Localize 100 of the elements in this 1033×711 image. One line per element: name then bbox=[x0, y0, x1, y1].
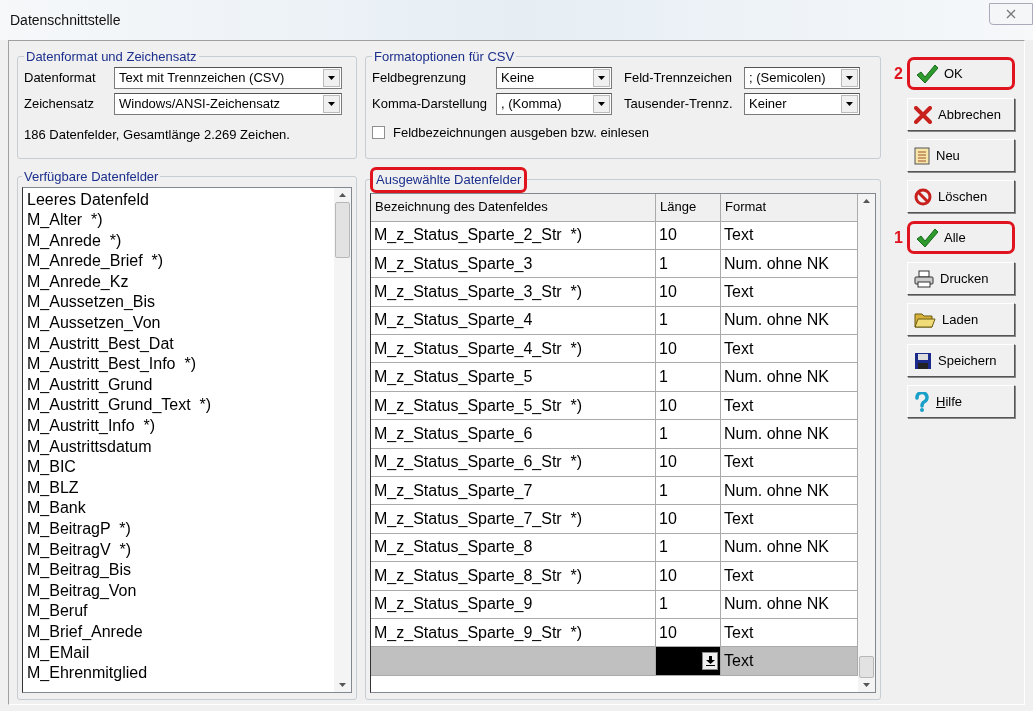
list-item[interactable]: M_Ehrenmitglied bbox=[27, 663, 334, 684]
dropdown-arrow-icon bbox=[328, 75, 335, 80]
dialog-button[interactable]: Neu bbox=[907, 139, 1015, 172]
field-label: Komma-Darstellung bbox=[372, 94, 488, 113]
list-item[interactable]: Leeres Datenfeld bbox=[27, 189, 334, 211]
dropdown-field[interactable]: Keine bbox=[496, 66, 612, 89]
checkbox[interactable] bbox=[372, 125, 385, 139]
dialog-button[interactable]: Hilfe bbox=[907, 385, 1015, 418]
list-item[interactable]: M_Aussetzen_Bis bbox=[27, 292, 334, 314]
dropdown-field[interactable]: Text mit Trennzeichen (CSV) bbox=[114, 66, 342, 89]
table-cell: 10 bbox=[656, 391, 721, 420]
list-item[interactable]: M_BeitragV *) bbox=[27, 539, 334, 561]
table-cell: M_z_Status_Sparte_7 bbox=[371, 477, 656, 505]
list-item[interactable]: M_BeitragP *) bbox=[27, 519, 334, 540]
list-item[interactable]: M_BLZ bbox=[27, 477, 334, 499]
table-row[interactable]: M_z_Status_Sparte_7 1 Num. ohne NK bbox=[371, 477, 858, 506]
table-row[interactable]: M_z_Status_Sparte_3 1 Num. ohne NK bbox=[371, 249, 858, 279]
dropdown-button[interactable] bbox=[702, 652, 718, 671]
table-row[interactable]: M_z_Status_Sparte_3_Str *) 10 Text bbox=[371, 278, 858, 307]
dialog-button[interactable]: Alle bbox=[907, 221, 1015, 254]
table-row[interactable]: M_z_Status_Sparte_4 1 Num. ohne NK bbox=[371, 306, 858, 336]
table-cell: 10 bbox=[656, 278, 721, 306]
list-item[interactable]: M_Austritt_Grund_Text *) bbox=[27, 395, 334, 417]
table-row[interactable]: M_z_Status_Sparte_6 1 Num. ohne NK bbox=[371, 420, 858, 449]
dialog-button[interactable]: Speichern bbox=[907, 344, 1015, 377]
folder-icon bbox=[914, 310, 936, 329]
table-row[interactable]: M_z_Status_Sparte_4_Str *) 10 Text bbox=[371, 335, 858, 364]
cross-icon bbox=[914, 105, 932, 124]
table-row[interactable]: M_z_Status_Sparte_8_Str *) 10 Text bbox=[371, 562, 858, 591]
list-item[interactable]: M_Brief_Anrede bbox=[27, 621, 334, 643]
table-row[interactable]: M_z_Status_Sparte_5_Str *) 10 Text bbox=[371, 391, 858, 421]
table-cell: M_z_Status_Sparte_4 bbox=[371, 306, 656, 335]
group-title: Verfügbare Datenfelder bbox=[23, 168, 160, 186]
list-item[interactable]: M_Austritt_Info *) bbox=[27, 416, 334, 437]
list-item[interactable]: M_Beruf bbox=[27, 601, 334, 622]
table-row[interactable]: Text bbox=[371, 647, 858, 676]
table-cell: M_z_Status_Sparte_2_Str *) bbox=[371, 221, 656, 249]
table-row[interactable]: M_z_Status_Sparte_8 1 Num. ohne NK bbox=[371, 533, 858, 563]
table-cell: 10 bbox=[656, 448, 721, 476]
dropdown-arrow-icon bbox=[846, 101, 853, 106]
fields-table[interactable] bbox=[370, 192, 876, 693]
dialog-button[interactable]: Abbrechen bbox=[907, 98, 1015, 131]
callout-number: 1 bbox=[894, 227, 903, 248]
scrollbar[interactable] bbox=[858, 193, 875, 692]
list-item[interactable]: M_Austritt_Best_Dat bbox=[27, 333, 334, 355]
dropdown-field[interactable]: ; (Semicolen) bbox=[744, 66, 860, 89]
table-row[interactable]: M_z_Status_Sparte_6_Str *) 10 Text bbox=[371, 448, 858, 477]
table-cell: 1 bbox=[656, 533, 721, 562]
list-item[interactable]: M_Aussetzen_Von bbox=[27, 313, 334, 334]
table-cell: 10 bbox=[656, 505, 721, 533]
close-icon bbox=[1006, 9, 1016, 19]
list-item[interactable]: M_Beitrag_Bis bbox=[27, 560, 334, 581]
table-cell: M_z_Status_Sparte_4_Str *) bbox=[371, 335, 656, 363]
column-header[interactable]: Bezeichnung des Datenfeldes bbox=[371, 193, 656, 221]
table-row[interactable]: M_z_Status_Sparte_7_Str *) 10 Text bbox=[371, 505, 858, 534]
table-cell: 1 bbox=[656, 420, 721, 448]
close-button[interactable] bbox=[989, 3, 1033, 25]
scrollbar-thumb[interactable] bbox=[859, 656, 874, 678]
list-item[interactable]: M_Anrede_Brief *) bbox=[27, 251, 334, 272]
list-item[interactable]: M_Anrede *) bbox=[27, 230, 334, 252]
window-title: Datenschnittstelle bbox=[10, 10, 121, 30]
table-cell: M_z_Status_Sparte_3 bbox=[371, 249, 656, 278]
dropdown-field[interactable]: Windows/ANSI-Zeichensatz bbox=[114, 92, 342, 115]
table-cell: 10 bbox=[656, 562, 721, 590]
table-cell: M_z_Status_Sparte_3_Str *) bbox=[371, 278, 656, 306]
table-row[interactable]: M_z_Status_Sparte_9 1 Num. ohne NK bbox=[371, 590, 858, 619]
table-row[interactable]: M_z_Status_Sparte_9_Str *) 10 Text bbox=[371, 618, 858, 648]
table-cell: M_z_Status_Sparte_9_Str *) bbox=[371, 618, 656, 647]
list-item[interactable]: M_Beitrag_Von bbox=[27, 580, 334, 602]
table-row[interactable]: M_z_Status_Sparte_5 1 Num. ohne NK bbox=[371, 363, 858, 392]
list-item[interactable]: M_Austrittsdatum bbox=[27, 436, 334, 458]
column-header[interactable]: Länge bbox=[656, 193, 721, 221]
list-item[interactable]: M_BIC bbox=[27, 457, 334, 478]
list-item[interactable]: M_Austritt_Grund bbox=[27, 374, 334, 396]
dropdown-field[interactable]: , (Komma) bbox=[496, 92, 612, 115]
scrollbar-thumb[interactable] bbox=[335, 201, 350, 258]
check-icon bbox=[916, 63, 938, 84]
scrollbar[interactable] bbox=[334, 187, 351, 692]
list-item[interactable]: M_Bank bbox=[27, 498, 334, 519]
question-mark-icon bbox=[914, 391, 930, 412]
group-title: Datenformat und Zeichensatz bbox=[25, 48, 198, 66]
list-item[interactable]: M_Anrede_Kz bbox=[27, 271, 334, 293]
dialog-button[interactable]: OK bbox=[907, 57, 1015, 90]
field-list[interactable] bbox=[22, 186, 352, 693]
dialog-button[interactable]: Drucken bbox=[907, 262, 1015, 295]
table-cell: 1 bbox=[656, 249, 721, 278]
list-item[interactable]: M_Alter *) bbox=[27, 210, 334, 231]
table-cell: 1 bbox=[656, 590, 721, 618]
list-item[interactable]: M_EMail bbox=[27, 642, 334, 664]
no-entry-icon bbox=[914, 187, 932, 206]
dialog-button[interactable]: Löschen bbox=[907, 180, 1015, 213]
table-cell: 10 bbox=[656, 335, 721, 363]
list-item[interactable]: M_Austritt_Best_Info *) bbox=[27, 354, 334, 375]
dropdown-field[interactable]: Keiner bbox=[744, 92, 860, 115]
table-cell: M_z_Status_Sparte_5_Str *) bbox=[371, 391, 656, 420]
summary-text: 186 Datenfelder, Gesamtlänge 2.269 Zeichen. bbox=[24, 125, 291, 144]
length-editor-cell[interactable] bbox=[656, 647, 721, 675]
dropdown-arrow-icon bbox=[598, 101, 605, 106]
dialog-button[interactable]: Laden bbox=[907, 303, 1015, 336]
table-row[interactable]: M_z_Status_Sparte_2_Str *) 10 Text bbox=[371, 221, 858, 250]
